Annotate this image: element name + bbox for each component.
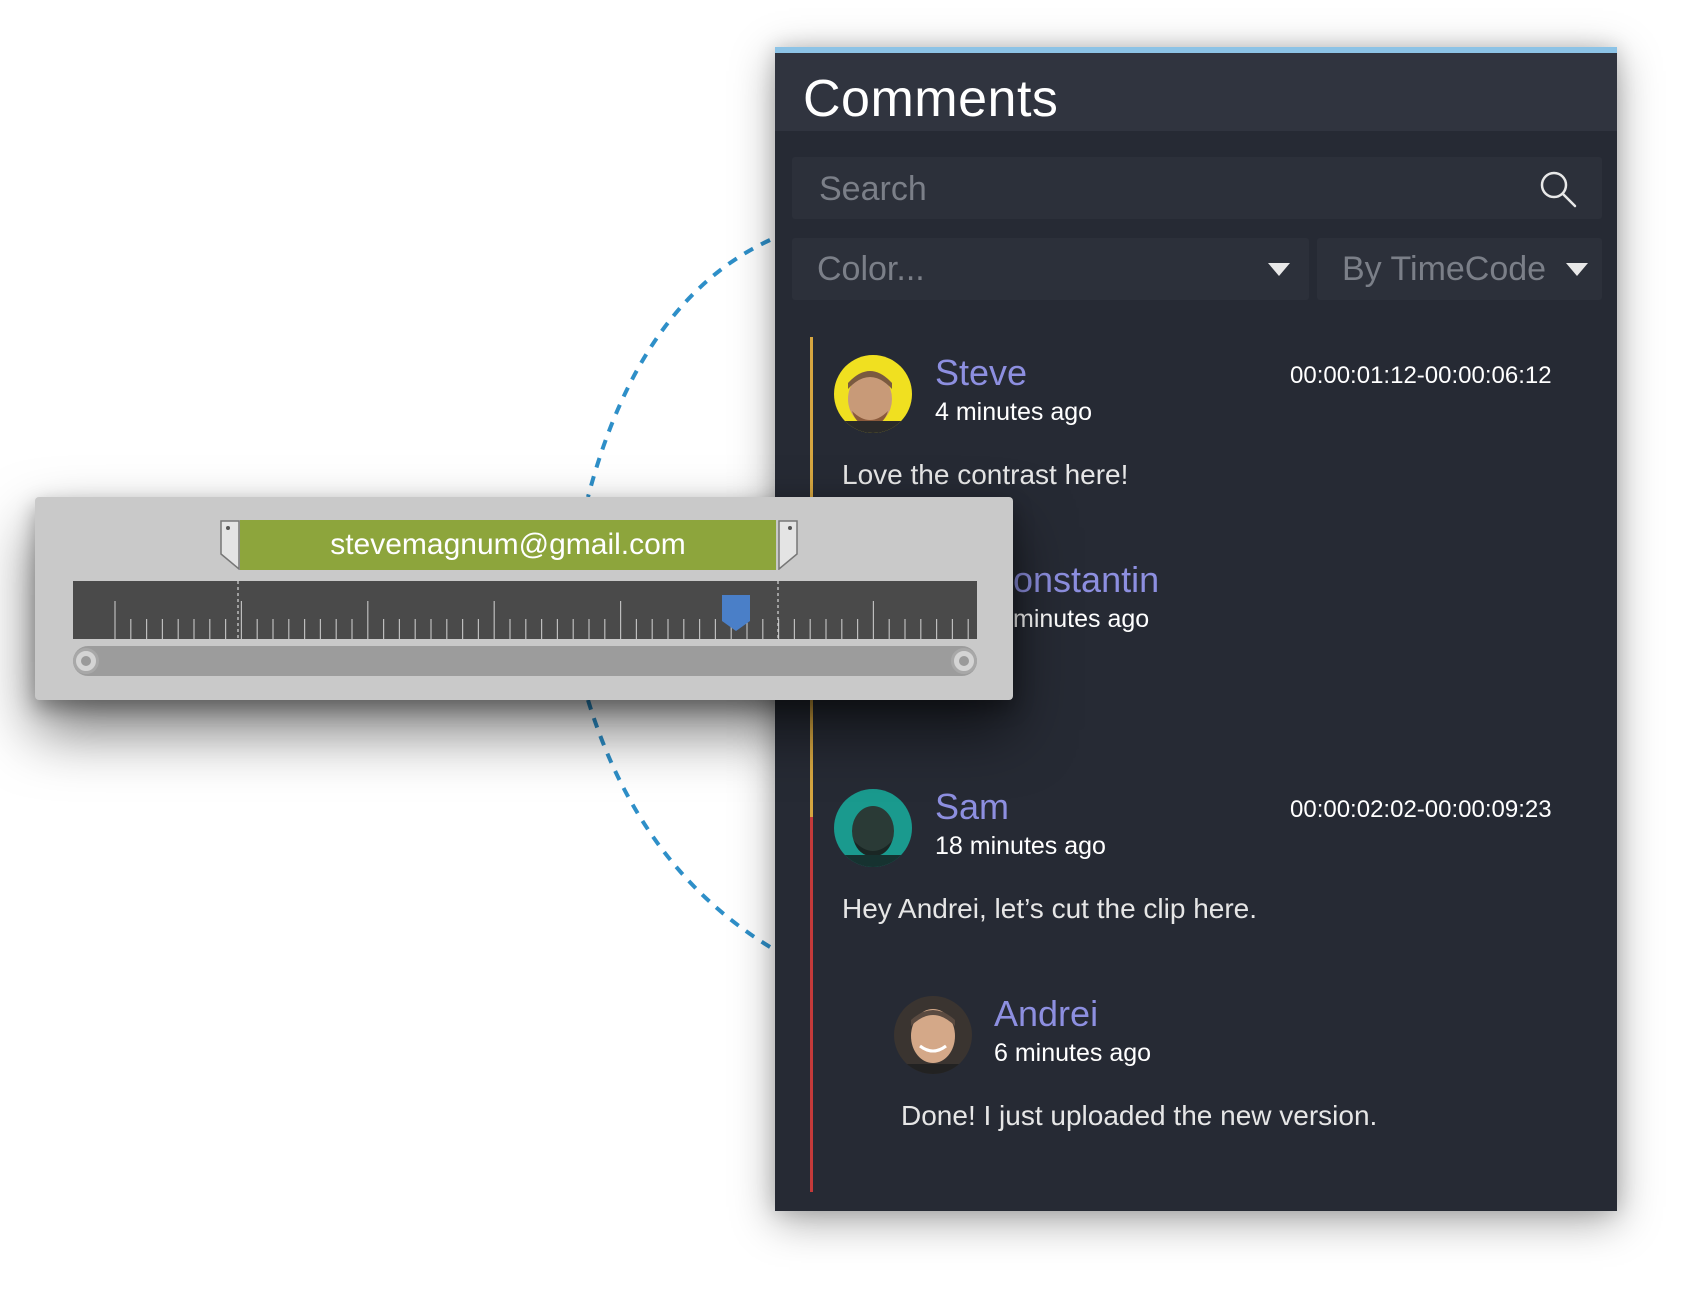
color-filter-dropdown[interactable]: Color...	[792, 238, 1309, 300]
comment-author[interactable]: Steve	[935, 353, 1027, 393]
comment-timecode[interactable]: 00:00:02:02-00:00:09:23	[1290, 795, 1552, 825]
timeline-scrollbar[interactable]	[73, 646, 977, 676]
comment-time-ago: 4 minutes ago	[935, 398, 1093, 426]
timeline-range-popup: stevemagnum@gmail.com	[35, 497, 1013, 700]
reply-time-ago: 6 minutes ago	[994, 1039, 1152, 1067]
avatar	[894, 996, 972, 1074]
color-filter-label: Color...	[817, 250, 925, 288]
sort-dropdown[interactable]: By TimeCode	[1317, 238, 1602, 300]
comment-text: Love the contrast here!	[842, 459, 1129, 490]
chevron-down-icon	[1268, 263, 1290, 276]
comment-timecode[interactable]: 00:00:01:12-00:00:06:12	[1290, 361, 1552, 391]
scrollbar-left-knob[interactable]	[73, 648, 99, 674]
reply-text: Done! I just uploaded the new version.	[901, 1100, 1378, 1131]
panel-title: Comments	[803, 70, 1059, 128]
avatar	[834, 355, 912, 433]
comment-text: Hey Andrei, let’s cut the clip here.	[842, 893, 1258, 924]
scrollbar-right-knob[interactable]	[951, 648, 977, 674]
comment-author[interactable]: Sam	[935, 787, 1009, 827]
range-start-handle[interactable]	[220, 520, 242, 570]
comment-time-ago: 18 minutes ago	[935, 832, 1106, 860]
ruler-ticks	[114, 581, 969, 639]
comment-time-ago: minutes ago	[1013, 605, 1150, 633]
comment-range-bar[interactable]: stevemagnum@gmail.com	[240, 520, 776, 570]
search-icon[interactable]	[1538, 169, 1578, 209]
search-input[interactable]	[817, 157, 1521, 221]
range-end-handle[interactable]	[776, 520, 798, 570]
comment-author[interactable]: onstantin	[1013, 560, 1159, 600]
thread-line-sam	[810, 817, 813, 1192]
playhead-marker[interactable]	[722, 595, 750, 631]
sort-label: By TimeCode	[1342, 250, 1547, 288]
search-box[interactable]	[792, 157, 1602, 221]
panel-header: Comments	[775, 53, 1617, 131]
timeline-ruler[interactable]	[73, 581, 977, 639]
reply-author[interactable]: Andrei	[994, 994, 1098, 1034]
avatar	[834, 789, 912, 867]
chevron-down-icon	[1566, 263, 1588, 276]
